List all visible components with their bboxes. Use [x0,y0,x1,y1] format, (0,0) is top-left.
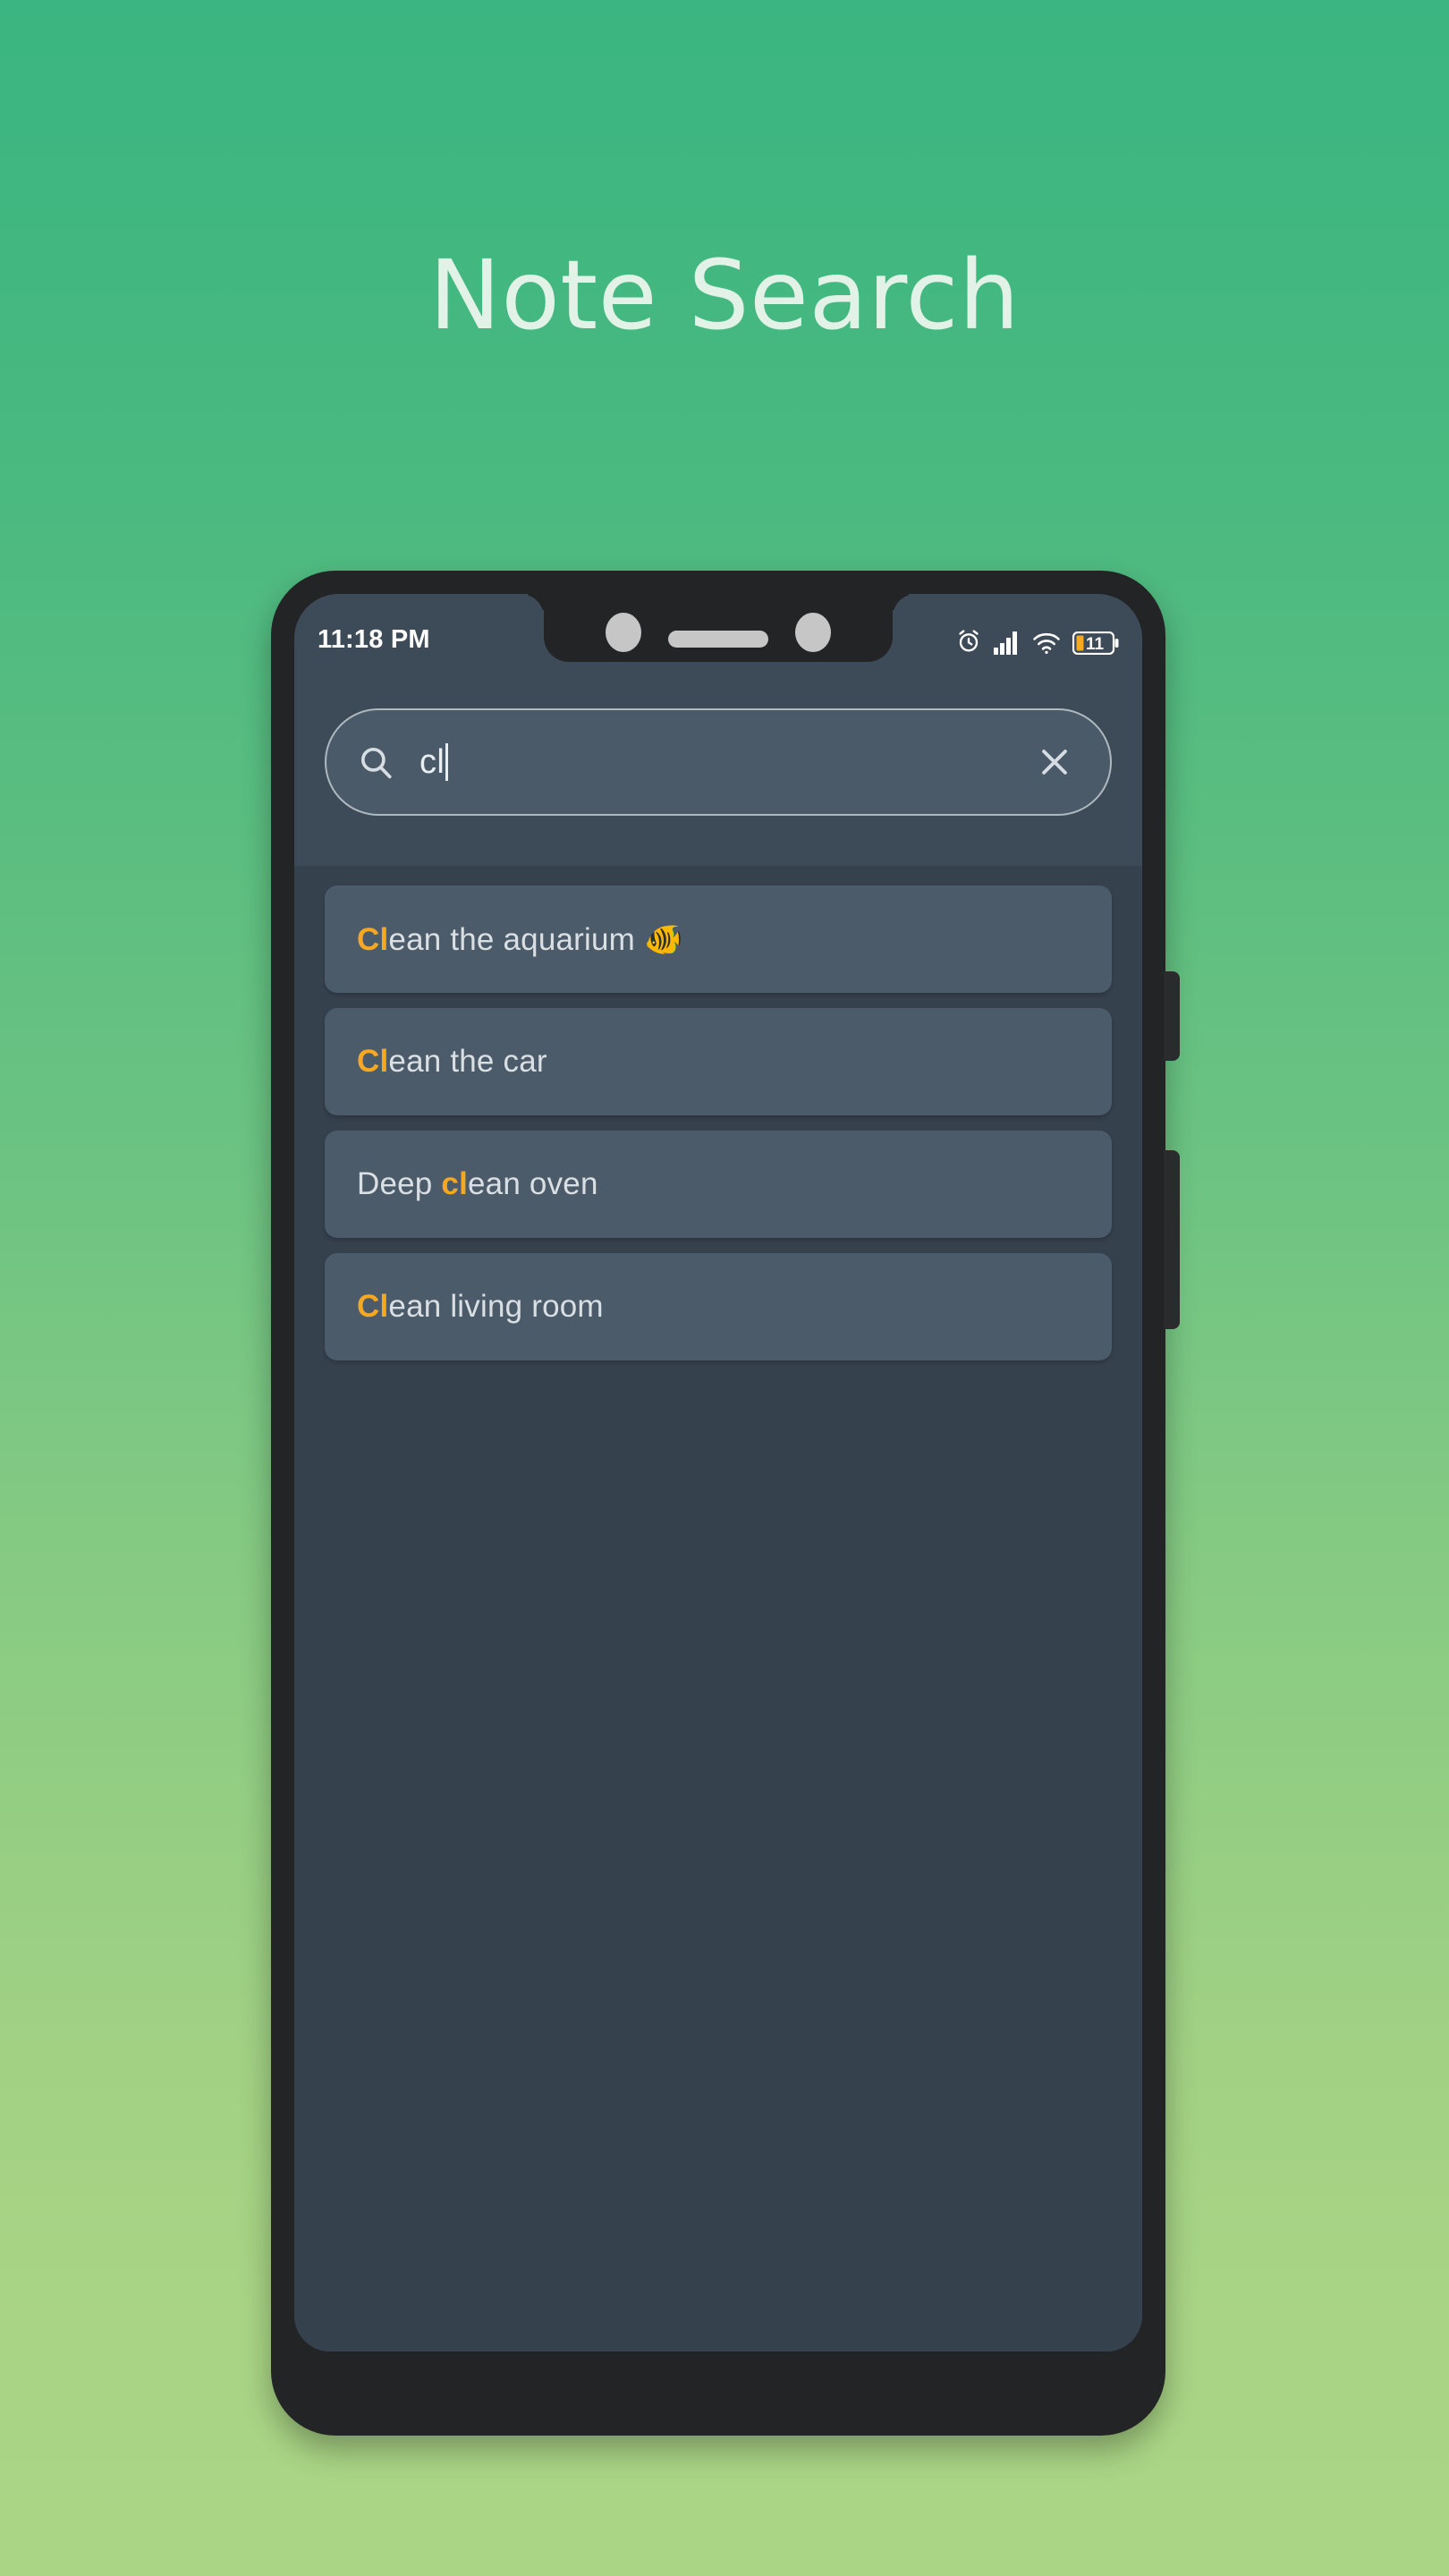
front-camera-icon [606,613,641,652]
search-icon [357,743,394,781]
alarm-icon [955,628,982,655]
result-item-text: Clean the aquarium 🐠 [357,921,683,957]
result-item-text: Clean living room [357,1289,604,1324]
earpiece-speaker-icon [668,630,768,648]
clear-search-button[interactable] [1035,742,1074,782]
list-item[interactable]: Deep clean oven [325,1131,1112,1238]
signal-icon [994,631,1021,655]
search-input[interactable]: cl [419,743,1010,782]
front-camera-secondary-icon [795,613,831,652]
search-field[interactable]: cl [325,708,1112,816]
page-title: Note Search [428,241,1021,352]
wifi-icon [1032,631,1061,655]
list-item[interactable]: Clean living room [325,1253,1112,1360]
volume-button[interactable] [1164,1150,1180,1329]
status-clock: 11:18 PM [318,625,430,654]
list-item[interactable]: Clean the aquarium 🐠 [325,886,1112,993]
battery-level-label: 11 [1086,635,1105,654]
battery-icon: 11 [1072,631,1119,655]
phone-notch [544,594,893,662]
power-button[interactable] [1164,971,1180,1061]
result-item-text: Clean the car [357,1044,547,1079]
list-item[interactable]: Clean the car [325,1008,1112,1115]
search-results-list: Clean the aquarium 🐠 Clean the car Deep … [294,866,1142,2351]
phone-mockup: 11:18 PM 11 cl Clean the aquarium 🐠 Clea… [271,571,1180,2436]
result-item-text: Deep clean oven [357,1166,598,1201]
status-icons-group: 11 [955,628,1119,655]
phone-screen: 11:18 PM 11 cl Clean the aquarium 🐠 Clea… [294,594,1142,2351]
app-bar: cl [294,662,1142,866]
